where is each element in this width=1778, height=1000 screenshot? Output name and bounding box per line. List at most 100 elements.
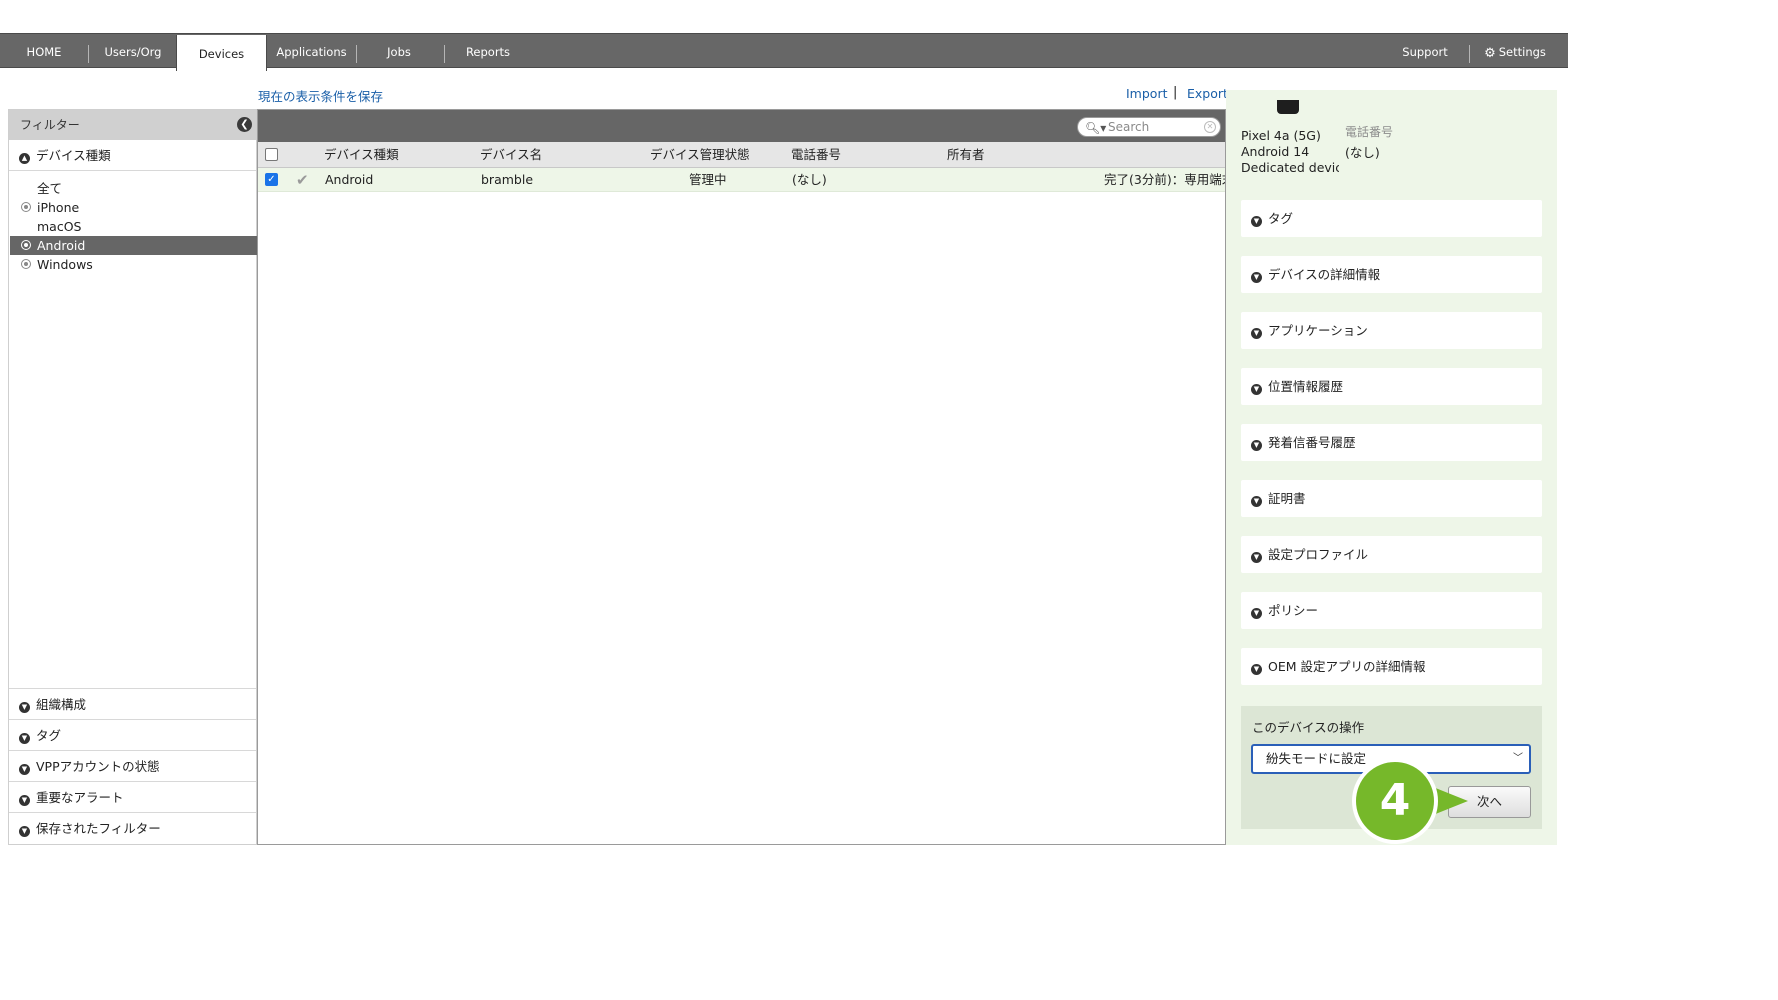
filter-section-saved[interactable]: ▼ 保存されたフィルター <box>9 812 256 843</box>
chevron-down-icon: ▼ <box>1251 384 1262 395</box>
chevron-up-icon: ▲ <box>19 153 30 164</box>
detail-section-label: 位置情報履歴 <box>1268 379 1344 394</box>
nav-reports[interactable]: Reports <box>460 34 516 68</box>
device-type-all[interactable]: 全て <box>10 179 257 198</box>
cell-type: Android <box>325 172 374 187</box>
save-view-link[interactable]: 現在の表示条件を保存 <box>258 86 383 105</box>
nav-home[interactable]: HOME <box>14 34 74 68</box>
device-type-iphone[interactable]: iPhone <box>10 198 257 217</box>
detail-section-label: デバイスの詳細情報 <box>1268 267 1381 282</box>
import-link[interactable]: Import <box>1126 86 1168 101</box>
cell-status: 管理中 <box>689 172 727 187</box>
row-checkbox[interactable]: ✓ <box>265 173 278 186</box>
chevron-down-icon: ▼ <box>1251 272 1262 283</box>
nav-devices-tab[interactable]: Devices <box>176 35 267 71</box>
nav-settings[interactable]: ⚙ Settings <box>1480 34 1550 68</box>
column-header-owner[interactable]: 所有者 <box>947 142 985 168</box>
table-toolbar: 🔍︎▾ Search ✕ <box>258 110 1225 142</box>
detail-section-profiles[interactable]: ▼ 設定プロファイル <box>1241 536 1542 573</box>
column-header-name[interactable]: デバイス名 <box>480 142 542 168</box>
detail-section-label: OEM 設定アプリの詳細情報 <box>1268 659 1426 674</box>
select-all-checkbox[interactable] <box>265 148 278 161</box>
filter-section-alerts[interactable]: ▼ 重要なアラート <box>9 781 256 812</box>
column-header-type[interactable]: デバイス種類 <box>324 142 399 168</box>
cell-last-action: 完了(3分前)：専用端末 <box>1104 172 1225 187</box>
export-link[interactable]: Export <box>1187 86 1228 101</box>
device-type-label: macOS <box>37 219 82 234</box>
table-header: デバイス種類 デバイス名 デバイス管理状態 電話番号 所有者 <box>258 142 1225 168</box>
nav-support[interactable]: Support <box>1398 34 1452 68</box>
clear-icon[interactable]: ✕ <box>1204 121 1216 133</box>
operation-selected-value: 紛失モードに設定 <box>1266 751 1367 766</box>
device-table: 🔍︎▾ Search ✕ デバイス種類 デバイス名 デバイス管理状態 電話番号 … <box>257 109 1226 845</box>
chevron-down-icon: ▼ <box>1251 496 1262 507</box>
collapse-left-icon[interactable]: ❮ <box>237 117 252 132</box>
device-type-windows[interactable]: Windows <box>10 255 257 274</box>
phone-label: 電話番号 <box>1345 125 1394 139</box>
radio-icon <box>21 259 31 269</box>
detail-section-applications[interactable]: ▼ アプリケーション <box>1241 312 1542 349</box>
detail-section-label: 発着信番号履歴 <box>1268 435 1356 450</box>
column-header-status[interactable]: デバイス管理状態 <box>650 142 750 168</box>
nav-separator <box>444 45 445 63</box>
detail-section-call-history[interactable]: ▼ 発着信番号履歴 <box>1241 424 1542 461</box>
cell-name: bramble <box>481 172 534 187</box>
radio-icon <box>21 240 31 250</box>
gear-icon: ⚙ <box>1484 46 1496 61</box>
table-row[interactable]: ✓ ✔ Android bramble 管理中 (なし) 完了(3分前)：専用端… <box>258 168 1225 192</box>
chevron-down-icon: ﹀ <box>1513 753 1523 764</box>
filter-section-vpp[interactable]: ▼ VPPアカウントの状態 <box>9 750 256 781</box>
device-type-label: Windows <box>37 257 93 272</box>
link-separator: | <box>1173 85 1178 100</box>
nav-jobs[interactable]: Jobs <box>375 34 423 68</box>
device-image <box>1277 100 1299 114</box>
detail-section-device-info[interactable]: ▼ デバイスの詳細情報 <box>1241 256 1542 293</box>
section-label: デバイス種類 <box>36 148 111 163</box>
device-detail-panel: Pixel 4a (5G) Android 14 Dedicated devic… <box>1226 90 1557 845</box>
section-label: VPPアカウントの状態 <box>36 759 160 774</box>
filter-section-tags[interactable]: ▼ タグ <box>9 719 256 750</box>
nav-applications[interactable]: Applications <box>274 34 349 68</box>
chevron-down-icon: ▼ <box>1251 552 1262 563</box>
chevron-down-icon: ▼ <box>1251 440 1262 451</box>
filter-header: フィルター ❮ <box>9 110 256 140</box>
section-label: タグ <box>36 728 62 743</box>
filter-panel: フィルター ❮ ▲ デバイス種類 全て iPhone macOS Android … <box>8 109 257 845</box>
device-os: Android 14 <box>1241 144 1310 159</box>
chevron-down-icon: ▼ <box>1251 664 1262 675</box>
top-navigation: HOME Users/Org Devices Applications Jobs… <box>0 33 1568 71</box>
chevron-down-icon: ▼ <box>19 764 30 775</box>
detail-section-policy[interactable]: ▼ ポリシー <box>1241 592 1542 629</box>
filter-section-org[interactable]: ▼ 組織構成 <box>9 688 256 719</box>
step-number-badge: 4 <box>1352 758 1438 844</box>
chevron-down-icon: ▼ <box>1251 216 1262 227</box>
device-type-macos[interactable]: macOS <box>10 217 257 236</box>
device-mode: Dedicated device <box>1241 160 1339 175</box>
section-label: 重要なアラート <box>36 790 124 805</box>
device-type-label: 全て <box>37 181 63 196</box>
device-type-label: Android <box>37 238 86 253</box>
detail-section-label: 証明書 <box>1268 491 1306 506</box>
phone-value: (なし) <box>1345 145 1380 160</box>
chevron-down-icon: ▼ <box>19 795 30 806</box>
search-icon: 🔍︎▾ <box>1085 121 1107 135</box>
device-type-android[interactable]: Android <box>10 236 257 255</box>
detail-section-oem[interactable]: ▼ OEM 設定アプリの詳細情報 <box>1241 648 1542 685</box>
detail-section-certificates[interactable]: ▼ 証明書 <box>1241 480 1542 517</box>
chevron-down-icon: ▼ <box>1251 328 1262 339</box>
detail-section-location[interactable]: ▼ 位置情報履歴 <box>1241 368 1542 405</box>
nav-users-org[interactable]: Users/Org <box>98 34 168 68</box>
nav-separator <box>1469 45 1470 63</box>
radio-icon <box>21 202 31 212</box>
device-model: Pixel 4a (5G) <box>1241 128 1321 143</box>
detail-section-tags[interactable]: ▼ タグ <box>1241 200 1542 237</box>
chevron-down-icon: ▼ <box>19 826 30 837</box>
column-header-phone[interactable]: 電話番号 <box>791 142 841 168</box>
chevron-down-icon: ▼ <box>19 733 30 744</box>
nav-separator <box>356 45 357 63</box>
nav-settings-label: Settings <box>1498 45 1546 59</box>
search-input[interactable]: 🔍︎▾ Search ✕ <box>1077 117 1221 137</box>
cell-phone: (なし) <box>792 172 827 187</box>
filter-title: フィルター <box>20 118 80 132</box>
filter-section-device-type[interactable]: ▲ デバイス種類 <box>9 140 256 171</box>
